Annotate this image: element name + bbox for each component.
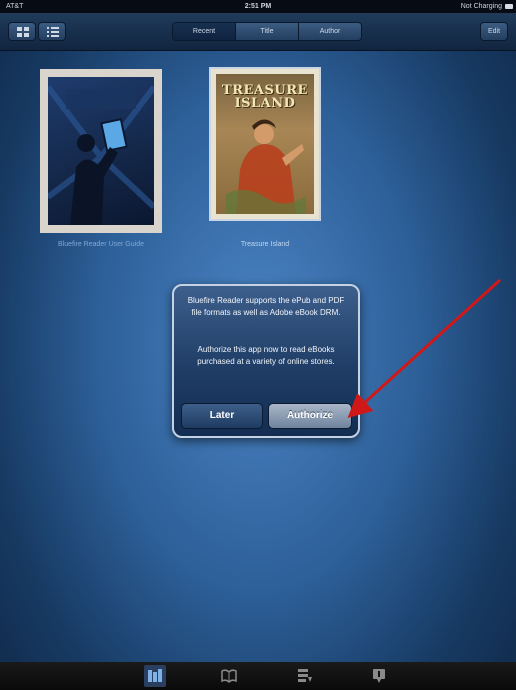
status-bar: AT&T 2:51 PM Not Charging — [0, 0, 516, 13]
alert-message: Authorize this app now to read eBooks pu… — [197, 345, 335, 366]
tab-downloads[interactable] — [294, 665, 316, 687]
edit-button[interactable]: Edit — [480, 22, 508, 41]
battery-icon — [505, 4, 513, 9]
book-shelf: Bluefire Reader User Guide TREASURE ISLA… — [0, 51, 516, 662]
book-cover — [40, 69, 162, 233]
later-button[interactable]: Later — [181, 403, 263, 429]
bottom-tab-bar — [0, 662, 516, 690]
book-title-label: Bluefire Reader User Guide — [58, 241, 144, 248]
grid-view-button[interactable] — [8, 22, 36, 41]
tab-info[interactable] — [368, 665, 390, 687]
authorize-alert-dialog: Bluefire Reader supports the ePub and PD… — [172, 284, 360, 438]
list-view-button[interactable] — [38, 22, 66, 41]
book-treasure-island[interactable]: TREASURE ISLAND — [211, 69, 319, 219]
book-title-label: Treasure Island — [240, 241, 290, 248]
user-guide-cover-art — [48, 77, 154, 225]
info-icon — [373, 669, 385, 683]
book-bluefire-user-guide[interactable] — [40, 69, 162, 233]
alert-message: Bluefire Reader supports the ePub and PD… — [187, 296, 345, 317]
library-icon — [148, 669, 162, 682]
tab-reading[interactable] — [218, 665, 240, 687]
book-cover: TREASURE ISLAND — [211, 69, 319, 219]
tab-title[interactable]: Title — [236, 23, 299, 40]
authorize-button[interactable]: Authorize — [268, 403, 352, 429]
clock: 2:51 PM — [244, 3, 272, 10]
sort-segmented-control: Recent Title Author — [172, 22, 362, 41]
treasure-island-cover-art: TREASURE ISLAND — [216, 74, 314, 214]
tab-library[interactable] — [144, 665, 166, 687]
downloads-icon — [298, 669, 312, 682]
tab-author[interactable]: Author — [299, 23, 361, 40]
grid-view-icon — [17, 27, 29, 37]
tab-recent[interactable]: Recent — [173, 23, 236, 40]
list-view-icon — [47, 27, 59, 37]
open-book-icon — [221, 669, 237, 684]
battery-status: Not Charging — [460, 3, 502, 10]
library-toolbar: Recent Title Author Edit — [0, 13, 516, 51]
ipad-screen: AT&T 2:51 PM Not Charging Recent Title A… — [0, 0, 516, 690]
